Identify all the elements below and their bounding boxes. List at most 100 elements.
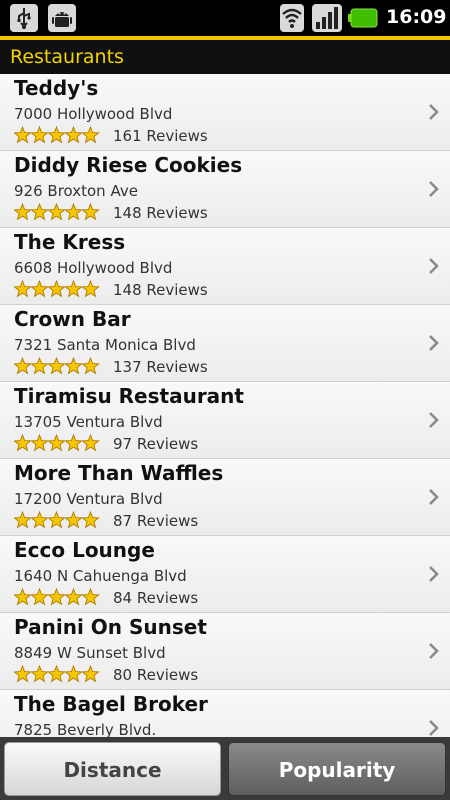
star-icon xyxy=(14,126,32,144)
star-rating xyxy=(14,511,100,529)
star-rating xyxy=(14,357,100,375)
review-count: 80 Reviews xyxy=(113,666,199,684)
star-icon xyxy=(30,280,49,298)
chevron-right-icon xyxy=(429,335,439,351)
chevron-right-icon xyxy=(429,566,439,582)
restaurant-name: Teddy's xyxy=(14,76,99,100)
star-icon xyxy=(81,588,100,606)
restaurant-row[interactable]: Crown Bar 7321 Santa Monica Blvd 137 Revie… xyxy=(0,305,450,382)
chevron-right-icon xyxy=(429,104,439,120)
star-icon xyxy=(64,511,83,529)
star-icon xyxy=(81,126,100,144)
restaurant-name: Ecco Lounge xyxy=(14,538,155,562)
star-rating xyxy=(14,280,100,298)
star-icon xyxy=(47,126,66,144)
restaurant-list[interactable]: Teddy's 7000 Hollywood Blvd 161 Reviews Did… xyxy=(0,74,450,737)
star-icon xyxy=(64,588,83,606)
star-rating xyxy=(14,203,100,221)
star-icon xyxy=(14,357,32,375)
star-icon xyxy=(81,203,100,221)
chevron-right-icon xyxy=(429,720,439,736)
restaurant-row[interactable]: The Kress 6608 Hollywood Blvd 148 Reviews xyxy=(0,228,450,305)
restaurant-row[interactable]: More Than Waffles 17200 Ventura Blvd 87 Re… xyxy=(0,459,450,536)
star-rating xyxy=(14,588,100,606)
star-icon xyxy=(47,511,66,529)
review-count: 148 Reviews xyxy=(113,204,208,222)
review-count: 97 Reviews xyxy=(113,435,199,453)
restaurant-row[interactable]: The Bagel Broker 7825 Beverly Blvd. xyxy=(0,690,450,737)
chevron-right-icon xyxy=(429,412,439,428)
star-icon xyxy=(64,357,83,375)
restaurant-row[interactable]: Ecco Lounge 1640 N Cahuenga Blvd 84 Review… xyxy=(0,536,450,613)
restaurant-row[interactable]: Panini On Sunset 8849 W Sunset Blvd 80 Rev… xyxy=(0,613,450,690)
star-icon xyxy=(81,434,100,452)
star-icon xyxy=(30,357,49,375)
star-icon xyxy=(47,357,66,375)
star-icon xyxy=(47,434,66,452)
star-icon xyxy=(30,588,49,606)
restaurant-name: Crown Bar xyxy=(14,307,131,331)
star-icon xyxy=(14,665,32,683)
restaurant-row[interactable]: Tiramisu Restaurant 13705 Ventura Blvd 97 … xyxy=(0,382,450,459)
star-icon xyxy=(64,665,83,683)
status-time: 16:09 xyxy=(386,6,447,28)
restaurant-address: 17200 Ventura Blvd xyxy=(14,490,163,508)
review-count: 161 Reviews xyxy=(113,127,208,145)
restaurant-name: More Than Waffles xyxy=(14,461,224,485)
star-icon xyxy=(47,280,66,298)
wifi-icon xyxy=(280,4,304,32)
star-icon xyxy=(64,434,83,452)
restaurant-name: Panini On Sunset xyxy=(14,615,207,639)
star-icon xyxy=(14,280,32,298)
title-bar: Restaurants xyxy=(0,36,450,74)
star-icon xyxy=(14,434,32,452)
android-debug-icon xyxy=(48,4,76,32)
restaurant-name: Tiramisu Restaurant xyxy=(14,384,244,408)
restaurant-address: 7321 Santa Monica Blvd xyxy=(14,336,196,354)
star-icon xyxy=(14,588,32,606)
star-icon xyxy=(30,434,49,452)
restaurant-row[interactable]: Teddy's 7000 Hollywood Blvd 161 Reviews xyxy=(0,74,450,151)
star-icon xyxy=(47,203,66,221)
star-icon xyxy=(64,280,83,298)
star-icon xyxy=(30,126,49,144)
star-icon xyxy=(14,203,32,221)
bottom-tab-bar: Distance Popularity xyxy=(0,737,450,800)
star-icon xyxy=(64,203,83,221)
restaurant-address: 7000 Hollywood Blvd xyxy=(14,105,173,123)
review-count: 148 Reviews xyxy=(113,281,208,299)
star-icon xyxy=(81,357,100,375)
page-title: Restaurants xyxy=(10,46,124,68)
restaurant-address: 6608 Hollywood Blvd xyxy=(14,259,173,277)
battery-icon xyxy=(348,8,378,28)
star-icon xyxy=(30,665,49,683)
review-count: 84 Reviews xyxy=(113,589,199,607)
star-icon xyxy=(14,511,32,529)
chevron-right-icon xyxy=(429,258,439,274)
review-count: 137 Reviews xyxy=(113,358,208,376)
star-rating xyxy=(14,126,100,144)
star-icon xyxy=(47,588,66,606)
signal-icon xyxy=(312,4,342,32)
usb-icon xyxy=(10,4,38,32)
star-icon xyxy=(64,126,83,144)
restaurant-name: The Bagel Broker xyxy=(14,692,208,716)
restaurant-address: 8849 W Sunset Blvd xyxy=(14,644,166,662)
restaurant-address: 926 Broxton Ave xyxy=(14,182,138,200)
star-icon xyxy=(30,511,49,529)
star-rating xyxy=(14,665,100,683)
restaurant-row[interactable]: Diddy Riese Cookies 926 Broxton Ave 148 Re… xyxy=(0,151,450,228)
tab-distance[interactable]: Distance xyxy=(4,742,221,796)
restaurant-address: 1640 N Cahuenga Blvd xyxy=(14,567,187,585)
restaurant-name: Diddy Riese Cookies xyxy=(14,153,243,177)
chevron-right-icon xyxy=(429,643,439,659)
review-count: 87 Reviews xyxy=(113,512,199,530)
status-bar: 16:09 xyxy=(0,0,450,36)
restaurant-address: 7825 Beverly Blvd. xyxy=(14,721,157,737)
star-icon xyxy=(81,280,100,298)
chevron-right-icon xyxy=(429,181,439,197)
star-icon xyxy=(30,203,49,221)
tab-popularity[interactable]: Popularity xyxy=(228,742,446,796)
star-icon xyxy=(81,665,100,683)
star-icon xyxy=(47,665,66,683)
